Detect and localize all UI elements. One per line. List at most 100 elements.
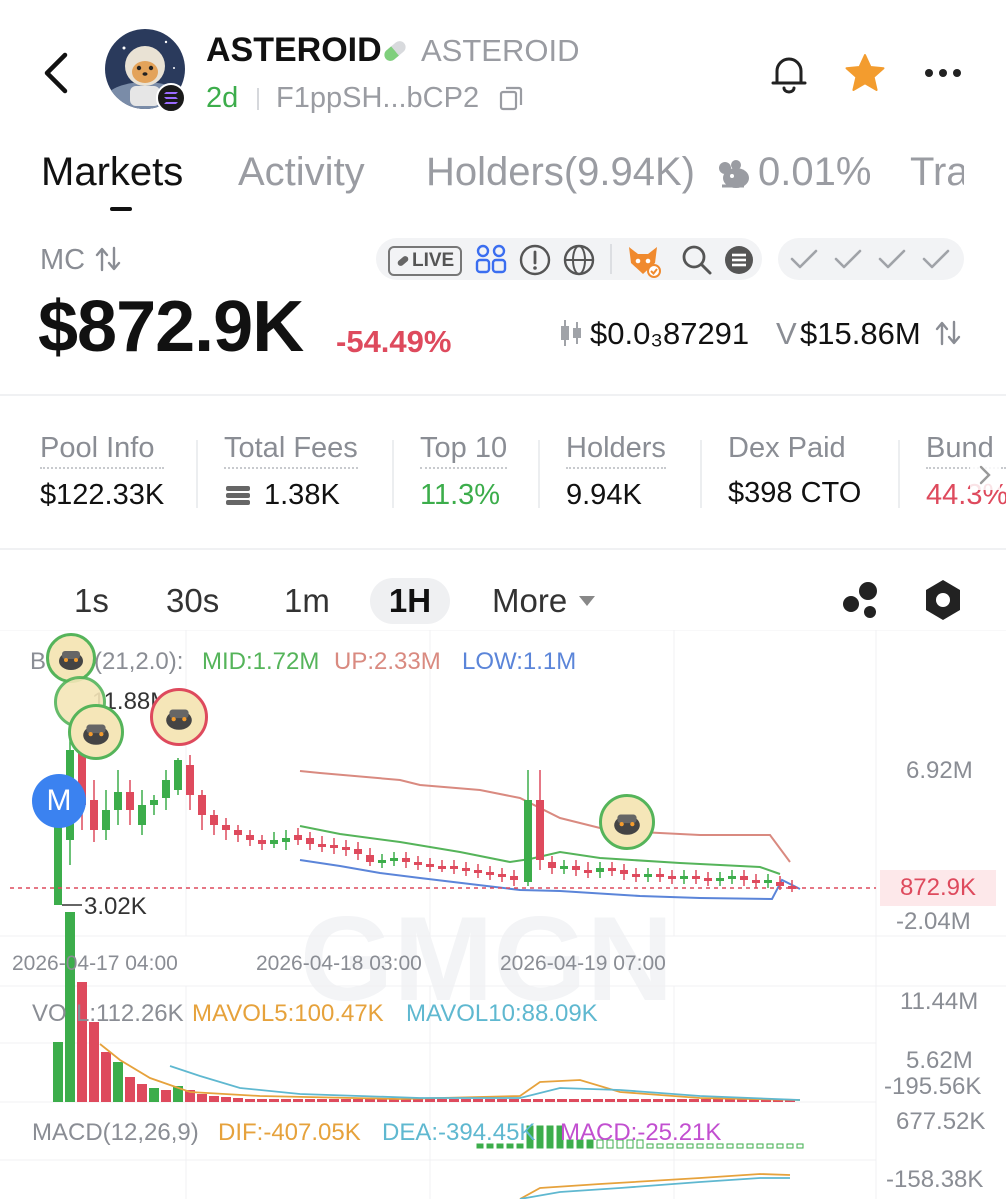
volume-bar <box>209 1096 219 1102</box>
search-icon[interactable] <box>680 243 714 282</box>
low-marker: 3.02K <box>84 893 147 920</box>
fox-icon[interactable] <box>624 241 662 284</box>
stat-top-10[interactable]: Top 10 11.3% <box>420 432 508 512</box>
candle-body <box>548 862 556 868</box>
sort-icon[interactable] <box>94 246 124 277</box>
candle-body <box>776 882 784 886</box>
tab-markets[interactable]: Markets <box>41 150 183 195</box>
favorite-button[interactable] <box>842 50 888 96</box>
indicators-icon[interactable] <box>840 580 882 625</box>
volume-bar <box>485 1099 495 1102</box>
scroll-right-icon[interactable] <box>970 460 1000 490</box>
current-price-label: 872.9K <box>880 870 996 906</box>
volume-bar <box>701 1099 711 1102</box>
token-marker[interactable] <box>599 794 655 850</box>
candle-body <box>704 878 712 881</box>
coin-icon[interactable] <box>722 243 756 282</box>
timeframe-1s[interactable]: 1s <box>62 578 121 624</box>
volume-prefix: V <box>776 316 797 351</box>
tab-active-indicator <box>110 207 132 211</box>
tab-trades[interactable]: Tra <box>910 150 964 195</box>
volume-bar <box>341 1099 351 1102</box>
candle-body <box>426 864 434 867</box>
volume-bar <box>149 1088 159 1102</box>
tab-insider-percent[interactable]: 0.01% <box>758 150 871 195</box>
candle-body <box>572 866 580 870</box>
people-icon[interactable] <box>474 243 508 280</box>
candle-body <box>524 800 532 882</box>
candle-body <box>210 815 218 825</box>
y-axis-label: 6.92M <box>906 757 973 784</box>
back-button[interactable] <box>34 48 78 98</box>
token-price: $0.0₃87291 <box>590 316 750 351</box>
candle-body <box>608 868 616 871</box>
copy-icon[interactable] <box>498 84 524 117</box>
token-age: 2d <box>206 82 239 114</box>
candle-body <box>366 855 374 862</box>
boll-mid-value: MID:1.72M <box>202 648 320 675</box>
candle-body <box>620 870 628 874</box>
candle-body <box>584 870 592 873</box>
timeframe-1m[interactable]: 1m <box>272 578 342 624</box>
candle-body <box>728 876 736 879</box>
globe-icon[interactable] <box>562 243 596 282</box>
volume-bar <box>689 1099 699 1102</box>
stat-value: 11.3% <box>420 479 501 511</box>
stat-label: Pool Info <box>40 432 165 469</box>
macd-bar <box>776 1143 784 1149</box>
volume-bar <box>449 1099 459 1102</box>
alert-icon[interactable] <box>518 243 552 282</box>
tab-holders[interactable]: Holders(9.94K) <box>426 150 695 195</box>
macd-axis-label: 677.52K <box>896 1108 986 1135</box>
settings-hexagon-icon[interactable] <box>922 578 964 627</box>
total-fees-value: 1.38K <box>264 479 340 511</box>
tab-activity[interactable]: Activity <box>238 150 365 195</box>
token-marker[interactable] <box>68 704 124 760</box>
candle-body <box>450 866 458 869</box>
candle-body <box>306 838 314 844</box>
timeframe-30s[interactable]: 30s <box>154 578 231 624</box>
token-marker[interactable] <box>150 688 208 746</box>
pill-icon <box>380 37 410 70</box>
stat-pool-info[interactable]: Pool Info $122.33K <box>40 432 165 512</box>
boll-params: (21,2.0): <box>94 648 184 675</box>
candle-body <box>318 844 326 847</box>
y-axis-label: -2.04M <box>896 908 971 935</box>
boll-low-value: LOW:1.1M <box>462 648 577 675</box>
token-face-icon <box>83 724 109 745</box>
candle-icon <box>558 318 584 353</box>
stat-dex-paid[interactable]: Dex Paid $398 CTO <box>728 432 861 510</box>
macd-bar <box>786 1143 794 1149</box>
m-badge[interactable]: M <box>32 774 86 828</box>
check-icons <box>790 247 956 276</box>
volume-bar <box>569 1099 579 1102</box>
notification-button[interactable] <box>766 50 812 96</box>
token-marker[interactable] <box>46 633 96 683</box>
divider <box>538 440 540 508</box>
volume-bar <box>233 1098 243 1102</box>
stat-holders[interactable]: Holders 9.94K <box>566 432 666 512</box>
volume-bar <box>509 1099 519 1102</box>
volume-bar <box>197 1094 207 1102</box>
token-face-icon <box>166 709 192 730</box>
sort-icon[interactable] <box>934 320 964 351</box>
more-dots-icon <box>925 69 961 77</box>
timeframe-more[interactable]: More <box>480 578 609 624</box>
volume-bar <box>53 1042 63 1102</box>
candle-body <box>330 845 338 848</box>
volume-bar <box>125 1077 135 1102</box>
volume-bar <box>473 1099 483 1102</box>
section-divider <box>0 548 1006 550</box>
more-menu-button[interactable] <box>920 50 966 96</box>
stat-total-fees[interactable]: Total Fees 1.38K <box>224 432 358 512</box>
vol-value: L:112.26K <box>76 1000 184 1027</box>
macd-bar <box>746 1143 754 1149</box>
volume-bar <box>305 1099 315 1102</box>
macd-bar <box>536 1125 544 1149</box>
timeframe-1h[interactable]: 1H <box>370 578 450 624</box>
macd-bar <box>726 1143 734 1149</box>
candle-body <box>740 876 748 880</box>
candle-body <box>680 876 688 879</box>
macd-dif-line <box>519 1173 791 1199</box>
mavol5-value: MAVOL5:100.47K <box>192 1000 384 1027</box>
